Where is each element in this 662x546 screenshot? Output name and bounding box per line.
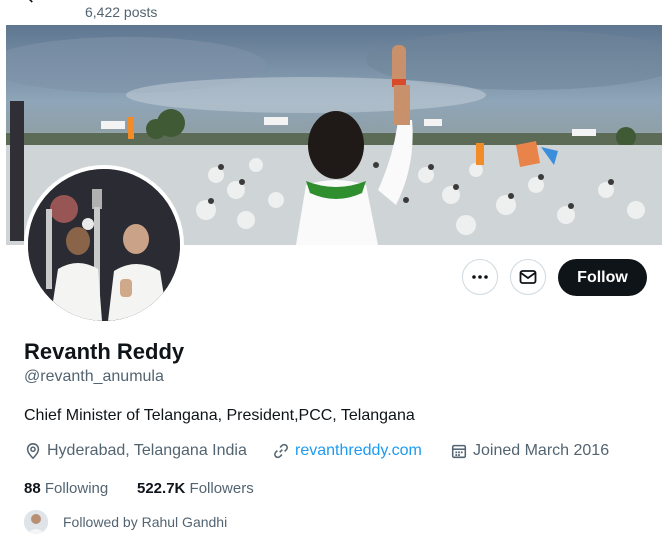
back-arrow-icon[interactable] bbox=[22, 0, 42, 6]
ellipsis-icon bbox=[472, 275, 488, 279]
followers-label: Followers bbox=[189, 480, 254, 497]
location-pin-icon bbox=[26, 443, 40, 460]
calendar-icon bbox=[451, 444, 467, 459]
followed-by[interactable]: Followed by Rahul Gandhi bbox=[24, 510, 227, 534]
joined-text: Joined March 2016 bbox=[473, 442, 610, 459]
website-item[interactable]: revanthreddy.com bbox=[272, 442, 422, 460]
following-stat[interactable]: 88 Following bbox=[24, 480, 108, 497]
user-handle: @revanth_anumula bbox=[24, 368, 164, 385]
followed-by-text: Followed by Rahul Gandhi bbox=[63, 514, 228, 530]
followers-stat[interactable]: 522.7K Followers bbox=[137, 480, 254, 497]
joined-item: Joined March 2016 bbox=[450, 442, 609, 460]
follower-avatar[interactable] bbox=[24, 510, 48, 534]
display-name: Revanth Reddy bbox=[24, 339, 185, 364]
follow-button[interactable]: Follow bbox=[558, 259, 647, 296]
location-item: Hyderabad, Telangana India bbox=[24, 442, 247, 460]
profile-bio: Chief Minister of Telangana, President,P… bbox=[24, 407, 415, 424]
followers-count: 522.7K bbox=[137, 480, 186, 497]
post-count: 6,422 posts bbox=[85, 4, 158, 20]
website-link[interactable]: revanthreddy.com bbox=[295, 442, 422, 460]
location-text: Hyderabad, Telangana India bbox=[47, 442, 247, 459]
more-options-button[interactable] bbox=[462, 259, 498, 295]
following-label: Following bbox=[44, 480, 109, 497]
mail-icon bbox=[519, 270, 537, 284]
profile-avatar[interactable] bbox=[24, 165, 184, 325]
following-count: 88 bbox=[24, 480, 41, 497]
message-button[interactable] bbox=[510, 259, 546, 295]
link-icon bbox=[274, 443, 288, 459]
top-bar: 6,422 posts bbox=[0, 0, 662, 25]
